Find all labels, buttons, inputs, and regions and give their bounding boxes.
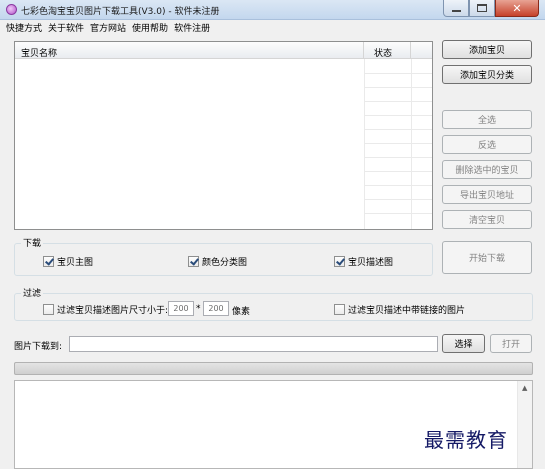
checkbox-label: 过滤宝贝描述图片尺寸小于: <box>57 306 169 316</box>
grid-line <box>364 185 432 186</box>
menu-shortcuts[interactable]: 快捷方式 <box>3 20 45 34</box>
select-all-button[interactable]: 全选 <box>442 110 532 129</box>
checkbox-label: 宝贝主图 <box>57 258 94 268</box>
grid-line <box>411 59 412 229</box>
grid-line <box>364 129 432 130</box>
add-item-button[interactable]: 添加宝贝 <box>442 40 532 59</box>
start-download-button[interactable]: 开始下载 <box>442 241 532 274</box>
grid-line <box>364 87 432 88</box>
close-icon: ✕ <box>512 1 522 15</box>
choose-folder-button[interactable]: 选择 <box>442 334 485 353</box>
checkbox-link-filter[interactable]: 过滤宝贝描述中带链接的图片 <box>334 303 465 316</box>
checkbox-main-image[interactable]: 宝贝主图 <box>43 255 93 268</box>
checkbox-box[interactable] <box>43 256 54 267</box>
checkbox-box[interactable] <box>334 256 345 267</box>
minimize-icon <box>451 9 461 12</box>
watermark-text: 最需教育 <box>424 428 508 452</box>
minimize-button[interactable] <box>443 0 469 17</box>
maximize-button[interactable] <box>469 0 495 17</box>
checkbox-color-image[interactable]: 颜色分类图 <box>188 255 247 268</box>
menu-register[interactable]: 软件注册 <box>171 20 213 34</box>
save-path-label: 图片下载到: <box>14 342 63 352</box>
menu-website[interactable]: 官方网站 <box>87 20 129 34</box>
clear-items-button[interactable]: 清空宝贝 <box>442 210 532 229</box>
app-icon <box>6 4 17 15</box>
checkbox-box[interactable] <box>43 304 54 315</box>
delete-selected-button[interactable]: 删除选中的宝贝 <box>442 160 532 179</box>
open-folder-button[interactable]: 打开 <box>490 334 532 353</box>
menu-bar: 快捷方式 关于软件 官方网站 使用帮助 软件注册 <box>0 20 545 34</box>
menu-help[interactable]: 使用帮助 <box>129 20 171 34</box>
checkbox-description-image[interactable]: 宝贝描述图 <box>334 255 393 268</box>
min-height-input[interactable]: 200 <box>203 301 229 316</box>
unit-label: 像素 <box>232 307 251 317</box>
grid-line <box>364 59 365 229</box>
add-category-button[interactable]: 添加宝贝分类 <box>442 65 532 84</box>
checkbox-label: 过滤宝贝描述中带链接的图片 <box>348 306 466 316</box>
grid-line <box>364 171 432 172</box>
log-scrollbar[interactable]: ▲ <box>517 381 532 468</box>
maximize-icon <box>477 4 487 12</box>
invert-selection-button[interactable]: 反选 <box>442 135 532 154</box>
export-urls-button[interactable]: 导出宝贝地址 <box>442 185 532 204</box>
download-group-label: 下载 <box>21 236 44 249</box>
grid-line <box>364 157 432 158</box>
checkbox-label: 宝贝描述图 <box>348 258 394 268</box>
menu-about[interactable]: 关于软件 <box>45 20 87 34</box>
grid-line <box>364 101 432 102</box>
close-button[interactable]: ✕ <box>495 0 539 17</box>
checkbox-size-filter[interactable]: 过滤宝贝描述图片尺寸小于: <box>43 303 168 316</box>
list-body <box>15 59 432 229</box>
grid-line <box>364 213 432 214</box>
grid-line <box>364 199 432 200</box>
download-progress-bar <box>14 362 533 375</box>
filter-group-label: 过滤 <box>21 286 44 299</box>
main-panel: 宝贝名称 状态 添加宝贝 添加宝贝分类 全选 反选 删除选中的宝贝 导出宝贝地址… <box>0 34 545 469</box>
title-bar[interactable]: 七彩色淘宝宝贝图片下载工具(V3.0) - 软件未注册 ✕ <box>0 0 545 20</box>
times-sign: * <box>196 304 201 314</box>
window-controls: ✕ <box>443 0 539 17</box>
list-header: 宝贝名称 状态 <box>15 42 432 59</box>
checkbox-label: 颜色分类图 <box>202 258 248 268</box>
grid-line <box>364 73 432 74</box>
checkbox-box[interactable] <box>334 304 345 315</box>
column-header-status[interactable]: 状态 <box>364 42 411 59</box>
window-title: 七彩色淘宝宝贝图片下载工具(V3.0) - 软件未注册 <box>21 7 220 17</box>
grid-line <box>364 143 432 144</box>
save-path-input[interactable] <box>69 336 438 352</box>
column-header-name[interactable]: 宝贝名称 <box>15 42 364 59</box>
item-list[interactable]: 宝贝名称 状态 <box>14 41 433 230</box>
grid-line <box>364 115 432 116</box>
checkbox-box[interactable] <box>188 256 199 267</box>
scroll-up-icon[interactable]: ▲ <box>522 384 527 392</box>
min-width-input[interactable]: 200 <box>168 301 194 316</box>
